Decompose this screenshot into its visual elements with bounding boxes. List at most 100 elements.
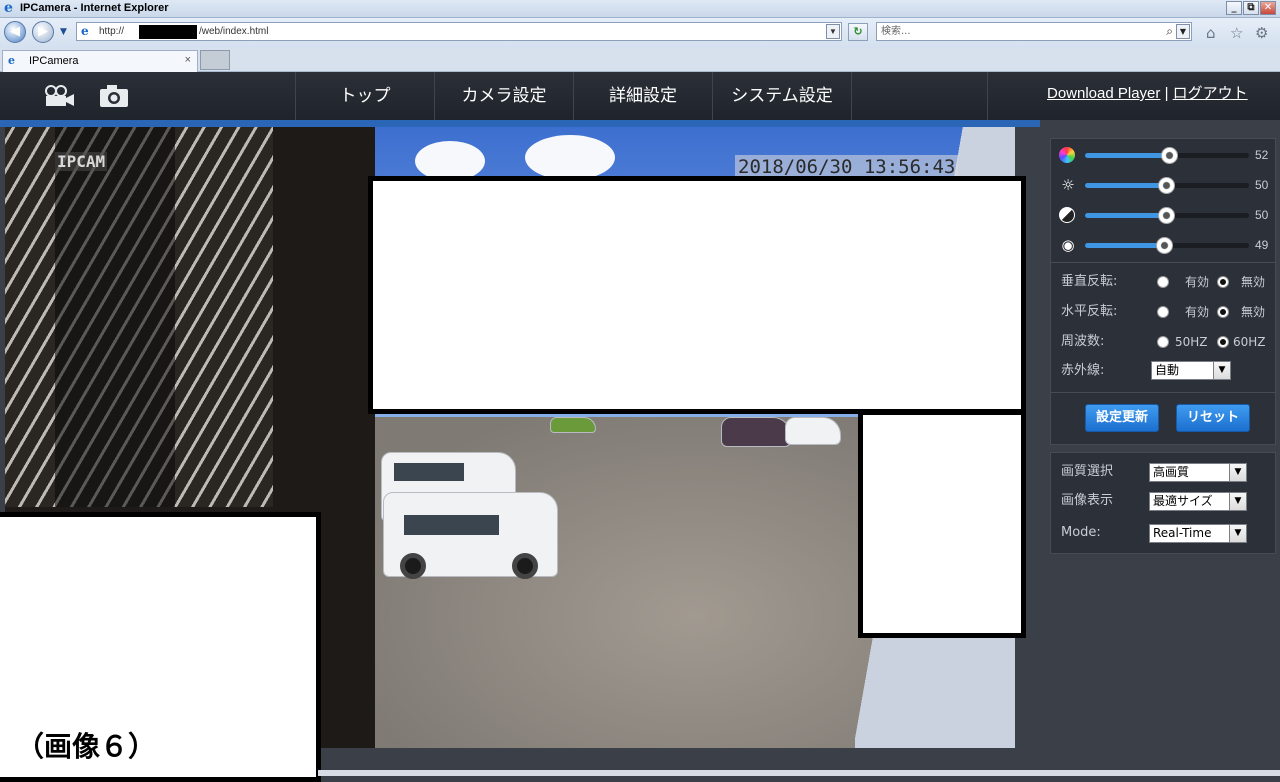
window-title: IPCamera - Internet Explorer [20, 2, 169, 14]
main-menu: トップ カメラ設定 詳細設定 システム設定 [295, 72, 988, 120]
freq-60hz-radio[interactable] [1217, 336, 1229, 348]
ie-logo-icon: e [4, 0, 13, 16]
menu-system-settings[interactable]: システム設定 [713, 72, 852, 120]
car-window [404, 515, 499, 535]
download-player-link[interactable]: Download Player [1047, 85, 1160, 102]
radio-label: 60HZ [1233, 335, 1266, 349]
frequency-row: 周波数: 50HZ 60HZ [1061, 333, 1269, 351]
slider-value: 52 [1255, 148, 1269, 162]
freq-50hz-radio[interactable] [1157, 336, 1169, 348]
chevron-down-icon: ▼ [1229, 525, 1246, 542]
mode-select-value: Real-Time [1153, 526, 1212, 540]
quality-select[interactable]: 高画質 ▼ [1149, 463, 1247, 482]
car-wheel [400, 553, 426, 579]
restore-button[interactable]: ⧉ [1243, 1, 1259, 15]
frequency-label: 周波数: [1061, 334, 1105, 349]
hflip-enabled-radio[interactable] [1157, 306, 1169, 318]
car-wheel [512, 553, 538, 579]
eye-icon: ◉ [1061, 236, 1075, 254]
favorites-star-icon[interactable]: ☆ [1230, 25, 1243, 41]
slider-knob[interactable] [1158, 177, 1175, 194]
divider [1051, 262, 1275, 263]
divider [1051, 392, 1275, 393]
slider-track[interactable] [1085, 177, 1249, 194]
address-path: /web/index.html [199, 26, 269, 37]
mode-label: Mode: [1061, 525, 1101, 540]
slider-fill [1085, 153, 1170, 158]
home-icon[interactable]: ⌂ [1206, 25, 1216, 41]
mode-select[interactable]: Real-Time ▼ [1149, 524, 1247, 543]
slider-knob[interactable] [1156, 237, 1173, 254]
vflip-label: 垂直反転: [1061, 274, 1118, 289]
hflip-row: 水平反転: 有効 無効 [1061, 303, 1269, 321]
vflip-disabled-radio[interactable] [1217, 276, 1229, 288]
update-settings-button[interactable]: 設定更新 [1085, 404, 1159, 432]
header-links: Download Player | ログアウト [1047, 84, 1248, 104]
slider-track[interactable] [1085, 207, 1249, 224]
slider-track[interactable] [1085, 237, 1249, 254]
slider-knob[interactable] [1161, 147, 1178, 164]
radio-label: 有効 [1185, 305, 1210, 319]
menu-camera-settings[interactable]: カメラ設定 [435, 72, 574, 120]
display-select[interactable]: 最適サイズ ▼ [1149, 492, 1247, 511]
slider-knob[interactable] [1158, 207, 1175, 224]
image-caption: （画像６） [16, 730, 157, 763]
bottom-strip [318, 770, 1280, 776]
quality-row: 画質選択 高画質 ▼ [1061, 463, 1269, 482]
back-button[interactable]: ◀ [4, 21, 26, 43]
vflip-enabled-radio[interactable] [1157, 276, 1169, 288]
logout-link[interactable]: ログアウト [1173, 85, 1248, 102]
close-window-button[interactable]: ✕ [1260, 1, 1276, 15]
tab-ie-icon: e [8, 54, 15, 67]
video-record-icon[interactable] [44, 84, 76, 108]
tools-gear-icon[interactable]: ⚙ [1255, 25, 1268, 41]
stream-settings-panel: 画質選択 高画質 ▼ 画像表示 最適サイズ ▼ Mode: Real-Time … [1050, 452, 1276, 554]
slider-fill [1085, 243, 1165, 248]
app-header: トップ カメラ設定 詳細設定 システム設定 Download Player | … [0, 72, 1280, 120]
video-curtain-shadow [55, 127, 175, 507]
address-bar[interactable]: e http:// /web/index.html ▼ [76, 22, 842, 41]
reset-button[interactable]: リセット [1176, 404, 1250, 432]
display-select-value: 最適サイズ [1153, 494, 1213, 508]
video-cloud [525, 135, 615, 180]
infrared-row: 赤外線: 自動 ▼ [1061, 361, 1269, 380]
redaction-box [368, 176, 1026, 414]
tab-label: IPCamera [29, 55, 79, 67]
redacted-host [139, 25, 197, 39]
mode-row: Mode: Real-Time ▼ [1061, 524, 1269, 543]
image-settings-panel: 52 ☼ 50 50 ◉ 49 垂直反転: 有効 無効 水平反転: 有効 無効 … [1050, 138, 1276, 445]
video-top-border [0, 120, 1040, 127]
minimize-button[interactable]: _ [1226, 1, 1242, 15]
chevron-down-icon: ▼ [1229, 493, 1246, 510]
quality-select-value: 高画質 [1153, 465, 1190, 479]
video-car [721, 417, 791, 447]
infrared-select[interactable]: 自動 ▼ [1151, 361, 1231, 380]
menu-detail-settings[interactable]: 詳細設定 [574, 72, 713, 120]
tab-ipcamera[interactable]: e IPCamera × [2, 50, 198, 72]
new-tab-button[interactable] [200, 50, 230, 70]
hflip-disabled-radio[interactable] [1217, 306, 1229, 318]
slider-contrast[interactable]: 50 [1059, 205, 1268, 225]
search-dropdown-icon[interactable]: ▼ [1176, 24, 1190, 39]
menu-top[interactable]: トップ [296, 72, 435, 120]
slider-track[interactable] [1085, 147, 1249, 164]
refresh-button[interactable]: ↻ [848, 23, 868, 41]
quality-label: 画質選択 [1061, 464, 1114, 479]
slider-value: 49 [1255, 238, 1269, 252]
address-dropdown-icon[interactable]: ▼ [826, 24, 840, 39]
tab-close-icon[interactable]: × [185, 54, 191, 67]
slider-brightness[interactable]: ☼ 50 [1059, 175, 1268, 195]
slider-fill [1085, 183, 1167, 188]
slider-hue[interactable]: 52 [1059, 145, 1269, 165]
radio-label: 無効 [1241, 275, 1266, 289]
search-icon[interactable]: ⌕ [1166, 24, 1173, 38]
search-box[interactable]: 検索... ⌕ ▼ [876, 22, 1192, 41]
video-watermark: IPCAM [55, 152, 108, 171]
forward-button[interactable]: ▶ [32, 21, 54, 43]
snapshot-camera-icon[interactable] [99, 84, 129, 108]
car-window [394, 463, 464, 481]
infrared-select-value: 自動 [1155, 363, 1180, 377]
slider-sharpness[interactable]: ◉ 49 [1059, 235, 1269, 255]
tab-strip: e IPCamera × [0, 48, 1280, 72]
history-dropdown-icon[interactable]: ▼ [60, 27, 70, 37]
